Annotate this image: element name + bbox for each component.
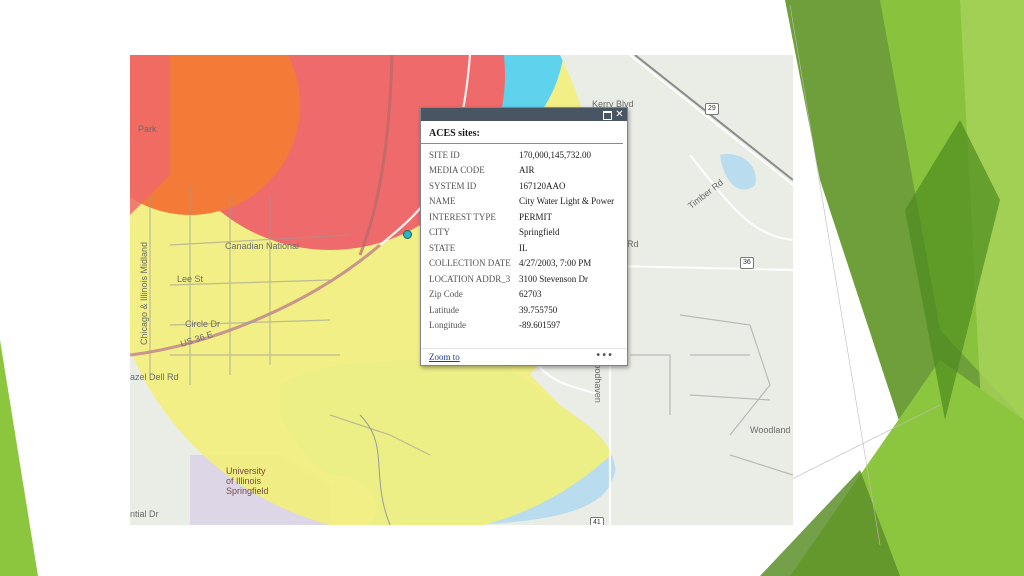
route-shield-29: 29 [705, 103, 719, 115]
table-row: COLLECTION DATE 4/27/2003, 7:00 PM [429, 256, 614, 272]
attr-value: Springfield [519, 227, 560, 238]
table-row: STATE IL [429, 240, 614, 256]
attr-key: INTEREST TYPE [429, 211, 496, 222]
attr-key: CITY [429, 227, 450, 238]
map-label-university: University [226, 466, 266, 476]
map-label-hazel-dell: azel Dell Rd [130, 372, 179, 382]
popup-titlebar: ✕ [421, 108, 627, 121]
map-label-chicago-illinois-midland: Chicago & Illinois Midland [139, 241, 149, 345]
route-shield-36: 36 [740, 257, 754, 269]
attr-key: SITE ID [429, 149, 460, 160]
table-row: Longitude -89.601597 [429, 318, 614, 334]
attr-value: 167120AAO [519, 180, 566, 191]
close-icon[interactable]: ✕ [614, 109, 625, 120]
attr-value: 3100 Stevenson Dr [519, 273, 588, 284]
table-row: Zip Code 62703 [429, 287, 614, 303]
ellipsis-icon[interactable]: ••• [595, 350, 613, 361]
attr-key: COLLECTION DATE [429, 258, 511, 269]
table-row: NAME City Water Light & Power [429, 194, 614, 210]
attr-value: AIR [519, 165, 535, 176]
table-row: Latitude 39.755750 [429, 302, 614, 318]
map-label-rd: Rd [627, 239, 639, 249]
map-label-woodland: Woodland [750, 425, 791, 435]
map-label-ntial-dr: ntial Dr [130, 509, 159, 519]
map-label-of-illinois: of Illinois [226, 476, 262, 486]
attr-value: City Water Light & Power [519, 196, 615, 207]
map-label-circle-dr: Circle Dr [185, 319, 220, 329]
maximize-icon[interactable] [602, 109, 613, 120]
site-marker[interactable] [403, 230, 412, 239]
attr-value: 39.755750 [519, 304, 558, 315]
table-row: INTEREST TYPE PERMIT [429, 209, 614, 225]
attr-key: SYSTEM ID [429, 180, 477, 191]
attribute-table: SITE ID 170,000,145,732.00 MEDIA CODE AIR … [429, 147, 614, 333]
green-sliver-left [0, 340, 38, 576]
zoom-to-link[interactable]: Zoom to [429, 352, 460, 362]
attr-key: Latitude [429, 304, 459, 315]
attr-value: IL [519, 242, 528, 253]
attr-value: 170,000,145,732.00 [519, 149, 591, 160]
attr-value: -89.601597 [519, 320, 561, 331]
attr-value: 4/27/2003, 7:00 PM [519, 258, 592, 269]
attr-value: 62703 [519, 289, 542, 300]
attr-key: Zip Code [429, 289, 463, 300]
feature-popup: ✕ ACES sites: SITE ID 170,000,145,732.00 … [420, 107, 628, 366]
map-label-park: Park [138, 124, 157, 134]
map-label-canadian-national: Canadian National [225, 241, 300, 251]
map-label-lee-st: Lee St [177, 274, 204, 284]
attr-key: MEDIA CODE [429, 165, 485, 176]
popup-title: ACES sites: [421, 121, 623, 144]
attr-key: LOCATION ADDR_3 [429, 273, 511, 284]
popup-footer: Zoom to ••• [421, 348, 627, 365]
attr-value: PERMIT [519, 211, 553, 222]
table-row: SITE ID 170,000,145,732.00 [429, 147, 614, 163]
table-row: CITY Springfield [429, 225, 614, 241]
table-row: SYSTEM ID 167120AAO [429, 178, 614, 194]
attr-key: NAME [429, 196, 456, 207]
table-row: MEDIA CODE AIR [429, 163, 614, 179]
attr-key: Longitude [429, 320, 466, 331]
attr-key: STATE [429, 242, 456, 253]
table-row: LOCATION ADDR_3 3100 Stevenson Dr [429, 271, 614, 287]
map-label-springfield: Springfield [226, 486, 269, 496]
route-shield-41: 41 [590, 517, 604, 525]
